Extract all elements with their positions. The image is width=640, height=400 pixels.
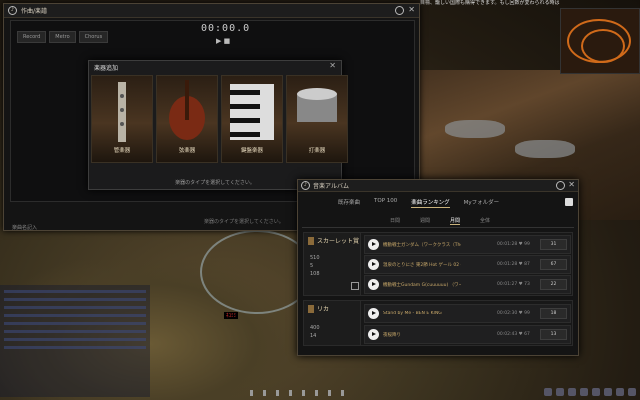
piano-keys-icon	[230, 84, 274, 140]
play-icon[interactable]: ▶ ■	[216, 37, 230, 45]
download-button[interactable]: 22	[540, 279, 567, 290]
tab-top100[interactable]: TOP 100	[374, 198, 397, 208]
subtab-weekly[interactable]: 週間	[420, 217, 430, 225]
play-button[interactable]	[368, 329, 379, 340]
composer-name: リカ	[317, 306, 330, 313]
menu-icon[interactable]	[565, 198, 573, 206]
help-icon[interactable]	[395, 6, 405, 15]
rank-badge-icon	[308, 304, 314, 313]
song-meta: 00:01:27 ♥ 73	[497, 282, 530, 287]
instrument-card-keyboard[interactable]: 鍵盤楽器	[221, 75, 283, 163]
download-button[interactable]: 67	[540, 259, 567, 270]
instrument-card-percussion[interactable]: 打楽器	[286, 75, 348, 163]
composer-name: スカーレット賞	[317, 238, 360, 245]
song-row[interactable]: 温泉のとりにさ 東2節 Hot ゲール 02 (ヴァ 00:01:28 ♥ 87…	[364, 255, 571, 274]
minimap[interactable]	[560, 8, 640, 74]
play-button[interactable]	[368, 239, 379, 250]
bottom-hint: 楽器のタイプを選択してください。	[204, 219, 284, 225]
stat-value: 510	[310, 255, 320, 261]
subtab-monthly[interactable]: 月間	[450, 217, 461, 225]
song-meta: 00:02:30 ♥ 99	[497, 311, 530, 316]
metro-button[interactable]: Metro	[49, 31, 76, 43]
instrument-label: 打楽器	[308, 148, 326, 154]
tab-ranking[interactable]: 楽曲ランキング	[411, 198, 450, 208]
song-title: 夜桜降り	[383, 332, 401, 338]
song-row[interactable]: 機動戦士ガンダム（ワーククラス（Theme） 00:01:28 ♥ 99 31	[364, 235, 571, 254]
subtab-daily[interactable]: 日間	[390, 217, 400, 225]
drum-icon	[297, 88, 337, 122]
play-button[interactable]	[368, 308, 379, 319]
play-button[interactable]	[368, 259, 379, 270]
song-row[interactable]: 夜桜降り 00:02:43 ♥ 67 13	[364, 325, 571, 344]
chorus-button[interactable]: Chorus	[78, 31, 109, 43]
system-tray[interactable]	[544, 388, 636, 396]
music-note-icon: ♪	[301, 181, 310, 190]
song-meta: 00:02:43 ♥ 67	[497, 332, 530, 337]
song-title: 機動戦士Gundam G(cuuuuuu) （ワークク	[383, 282, 461, 288]
ranking-group: スカーレット賞 510 5 108 機動戦士ガンダム（ワーククラス（Theme）…	[303, 232, 573, 296]
song-name-label: 楽曲名記入	[12, 225, 38, 231]
add-instrument-dialog: 楽器追加 ✕ 管楽器 弦楽器 鍵盤楽器 打楽器 楽器のタイプを選択してください。	[88, 60, 348, 190]
stat-value: 108	[310, 271, 320, 277]
tab-my-folder[interactable]: Myフォルダー	[464, 198, 500, 208]
song-meta: 00:01:28 ♥ 87	[497, 262, 530, 267]
subtab-all[interactable]: 全体	[480, 217, 490, 225]
close-icon[interactable]: ✕	[408, 6, 415, 15]
song-meta: 00:01:28 ♥ 99	[497, 242, 530, 247]
song-title: 温泉のとりにさ 東2節 Hot ゲール 02 (ヴァ	[383, 262, 461, 268]
fish-scenery	[445, 120, 505, 138]
stat-value: 400	[310, 325, 320, 331]
notice-text: 目標、籠しい国際も購得できます。もし回数が変わられる時は	[420, 0, 560, 6]
violin-icon	[169, 80, 205, 140]
fish-scenery	[515, 140, 575, 158]
song-title: Stand by Me - BEN E KING	[383, 311, 442, 316]
help-icon[interactable]	[556, 181, 566, 190]
zoom-icon[interactable]	[351, 282, 359, 290]
chat-panel[interactable]	[0, 285, 150, 397]
instrument-label: 鍵盤楽器	[240, 148, 263, 154]
close-icon[interactable]: ✕	[568, 181, 575, 190]
close-icon[interactable]: ✕	[329, 62, 336, 74]
instrument-label: 弦楽器	[178, 148, 196, 154]
instrument-card-string[interactable]: 弦楽器	[156, 75, 218, 163]
composer-title: 作曲/楽譜	[21, 8, 48, 15]
hotbar[interactable]	[250, 390, 344, 396]
download-button[interactable]: 18	[540, 308, 567, 319]
rank-badge-icon	[308, 236, 314, 245]
album-title: 音楽アルバム	[313, 183, 349, 190]
tab-existing[interactable]: 既存楽曲	[338, 198, 360, 208]
download-button[interactable]: 31	[540, 239, 567, 250]
song-row[interactable]: Stand by Me - BEN E KING 00:02:30 ♥ 99 1…	[364, 304, 571, 323]
stat-value: 5	[310, 263, 314, 269]
dialog-title: 楽器追加	[94, 65, 119, 72]
stat-value: 14	[310, 333, 317, 339]
play-button[interactable]	[368, 279, 379, 290]
player-nameplate[interactable]: ﾈｺﾐﾐ	[224, 312, 239, 319]
song-title: 機動戦士ガンダム（ワーククラス（Theme）	[383, 242, 461, 248]
record-button[interactable]: Record	[17, 31, 47, 43]
song-row[interactable]: 機動戦士Gundam G(cuuuuuu) （ワークク 00:01:27 ♥ 7…	[364, 275, 571, 294]
instrument-label: 管楽器	[113, 148, 131, 154]
music-album-window: ♪ 音楽アルバム ✕ 既存楽曲 TOP 100 楽曲ランキング Myフォルダー …	[297, 179, 579, 356]
flute-icon	[118, 82, 126, 142]
playback-time: 00:00.0	[201, 23, 251, 34]
ranking-group: リカ 400 14 Stand by Me - BEN E KING 00:02…	[303, 300, 573, 346]
music-note-icon: ♪	[8, 6, 17, 15]
instrument-card-wind[interactable]: 管楽器	[91, 75, 153, 163]
download-button[interactable]: 13	[540, 329, 567, 340]
